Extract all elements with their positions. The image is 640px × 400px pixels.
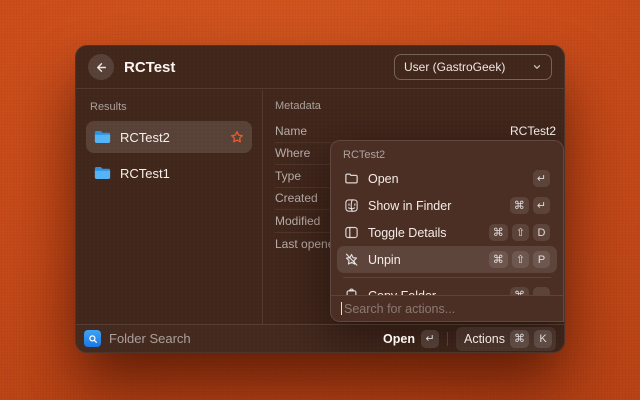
- menu-item-show-in-finder[interactable]: Show in Finder ⌘ ↵: [337, 192, 557, 219]
- footer-divider: [447, 332, 448, 346]
- action-search: [331, 295, 563, 321]
- key-badge: K: [534, 330, 552, 348]
- folder-outline-icon: [344, 171, 359, 186]
- menu-item-label: Toggle Details: [368, 226, 480, 240]
- folder-icon: [94, 166, 111, 180]
- pin-star-icon: [230, 130, 244, 144]
- metadata-value: RCTest2: [510, 124, 556, 138]
- open-action-button[interactable]: Open ↵: [383, 330, 439, 348]
- action-search-input[interactable]: [344, 302, 553, 316]
- menu-item-open[interactable]: Open ↵: [337, 165, 557, 192]
- menu-item-toggle-details[interactable]: Toggle Details ⌘ ⇧ D: [337, 219, 557, 246]
- action-menu: RCTest2 Open ↵ Show in Finder ⌘ ↵: [330, 140, 564, 322]
- text-cursor: [341, 302, 342, 315]
- results-panel: Results RCTest2 RCTest1: [76, 90, 263, 324]
- folder-icon: [94, 130, 111, 144]
- key-badge: ⌘: [510, 197, 529, 214]
- metadata-label: Type: [275, 169, 301, 183]
- search-icon: [84, 330, 101, 347]
- key-badge: D: [533, 224, 550, 241]
- key-badge: P: [533, 251, 550, 268]
- window-header: RCTest User (GastroGeek): [76, 46, 564, 89]
- key-badge: ⇧: [512, 251, 529, 268]
- key-badge: ⌘: [489, 224, 508, 241]
- metadata-header: Metadata: [275, 100, 552, 112]
- key-badge: ⇧: [512, 224, 529, 241]
- key-badge: ⌘: [489, 251, 508, 268]
- open-action-label: Open: [383, 332, 415, 346]
- metadata-label: Created: [275, 191, 318, 205]
- list-item-label: RCTest2: [120, 130, 170, 145]
- star-slash-icon: [344, 252, 359, 267]
- desktop-background: { "window": { "title": "RCTest", "accoun…: [0, 0, 640, 400]
- account-dropdown[interactable]: User (GastroGeek): [394, 54, 552, 80]
- actions-button-label: Actions: [464, 332, 505, 346]
- back-button[interactable]: [88, 54, 114, 80]
- key-badge: ↵: [533, 197, 550, 214]
- command-name: Folder Search: [109, 331, 191, 346]
- arrow-left-icon: [95, 61, 108, 74]
- chevron-down-icon: [532, 62, 542, 72]
- key-badge: ↵: [533, 170, 550, 187]
- menu-item-label: Open: [368, 172, 524, 186]
- menu-divider: [343, 277, 551, 278]
- list-item-label: RCTest1: [120, 166, 170, 181]
- results-header: Results: [90, 101, 248, 113]
- footer-bar: Folder Search Open ↵ Actions ⌘ K: [76, 324, 564, 352]
- page-title: RCTest: [124, 59, 175, 76]
- metadata-label: Where: [275, 146, 310, 160]
- menu-item-unpin[interactable]: Unpin ⌘ ⇧ P: [337, 246, 557, 273]
- account-dropdown-value: User (GastroGeek): [404, 60, 505, 74]
- finder-icon: [344, 198, 359, 213]
- app-window: RCTest User (GastroGeek) Results RCTest2: [75, 45, 565, 353]
- key-badge: ↵: [421, 330, 439, 348]
- sidebar-icon: [344, 225, 359, 240]
- list-item-rctest1[interactable]: RCTest1: [86, 157, 252, 189]
- actions-button[interactable]: Actions ⌘ K: [456, 327, 556, 351]
- menu-item-label: Unpin: [368, 253, 480, 267]
- metadata-label: Modified: [275, 214, 320, 228]
- list-item-rctest2[interactable]: RCTest2: [86, 121, 252, 153]
- menu-item-label: Show in Finder: [368, 199, 501, 213]
- metadata-label: Name: [275, 124, 307, 138]
- action-menu-title: RCTest2: [331, 141, 563, 165]
- key-badge: ⌘: [510, 330, 529, 348]
